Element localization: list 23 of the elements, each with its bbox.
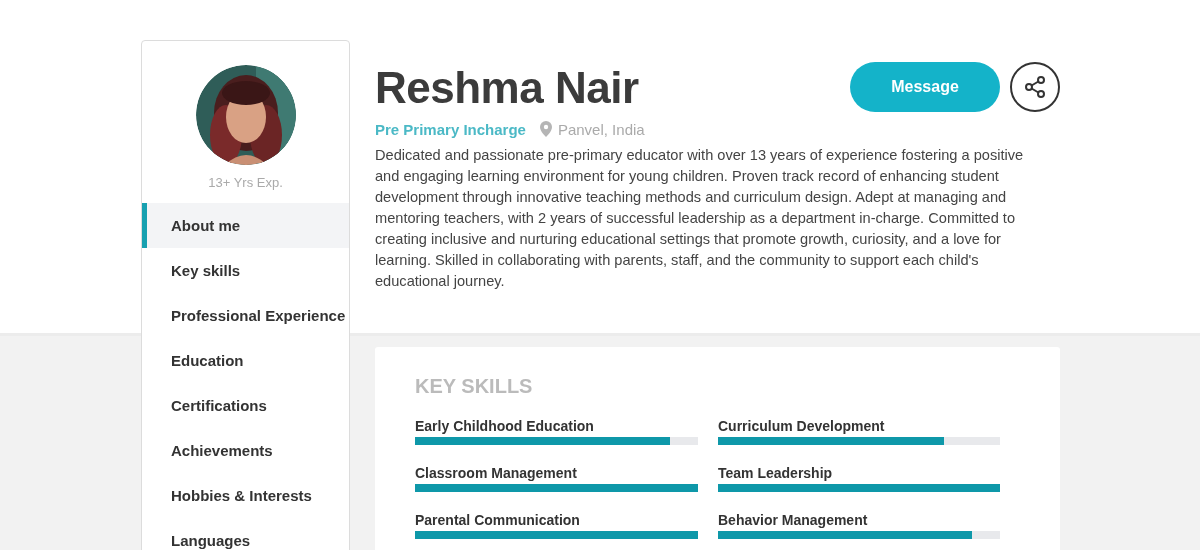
bio-paragraph: Dedicated and passionate pre-primary educator with over 13 years of experience fostering a positive and engaging learning environment for young children. Proven track record of enhancing student development through innovative teaching methods and curriculum design. Adept at managing and mentoring teachers, with 2 years of successful leadership as a department in-charge. Committed to creating inclusive and nurturing educational settings that promote growth, curiosity, and a love for learning. Skilled in collaborating with parents, staff, and the community to support each child's educational journey.: [375, 146, 1025, 291]
sidebar-item[interactable]: Hobbies & Interests: [142, 473, 349, 518]
skill-name: Team Leadership: [718, 465, 834, 481]
sidebar-item[interactable]: Certifications: [142, 383, 349, 428]
sidebar-item[interactable]: Professional Experience: [142, 293, 349, 338]
share-button[interactable]: [1010, 62, 1060, 112]
location-pin-icon: [539, 121, 552, 137]
sidebar-item[interactable]: Languages: [142, 518, 349, 550]
skill-name: Curriculum Development: [718, 418, 886, 434]
job-title: Pre Primary Incharge: [375, 120, 526, 138]
experience-label: 13+ Yrs Exp.: [207, 175, 284, 190]
sidebar-item[interactable]: Key skills: [142, 248, 349, 293]
profile-name: Reshma Nair: [375, 62, 639, 114]
sidebar-item[interactable]: About me: [142, 203, 349, 248]
sidebar-item[interactable]: Achievements: [142, 428, 349, 473]
skill-name: Classroom Management: [415, 465, 578, 481]
location-text: Panvel, India: [557, 120, 645, 138]
sidebar-item[interactable]: Education: [142, 338, 349, 383]
skill-name: Early Childhood Education: [415, 418, 595, 434]
skill-name: Behavior Management: [718, 512, 869, 528]
section-title: KEY SKILLS: [415, 375, 534, 398]
skill-name: Parental Communication: [415, 512, 581, 528]
share-icon: [1023, 75, 1047, 99]
